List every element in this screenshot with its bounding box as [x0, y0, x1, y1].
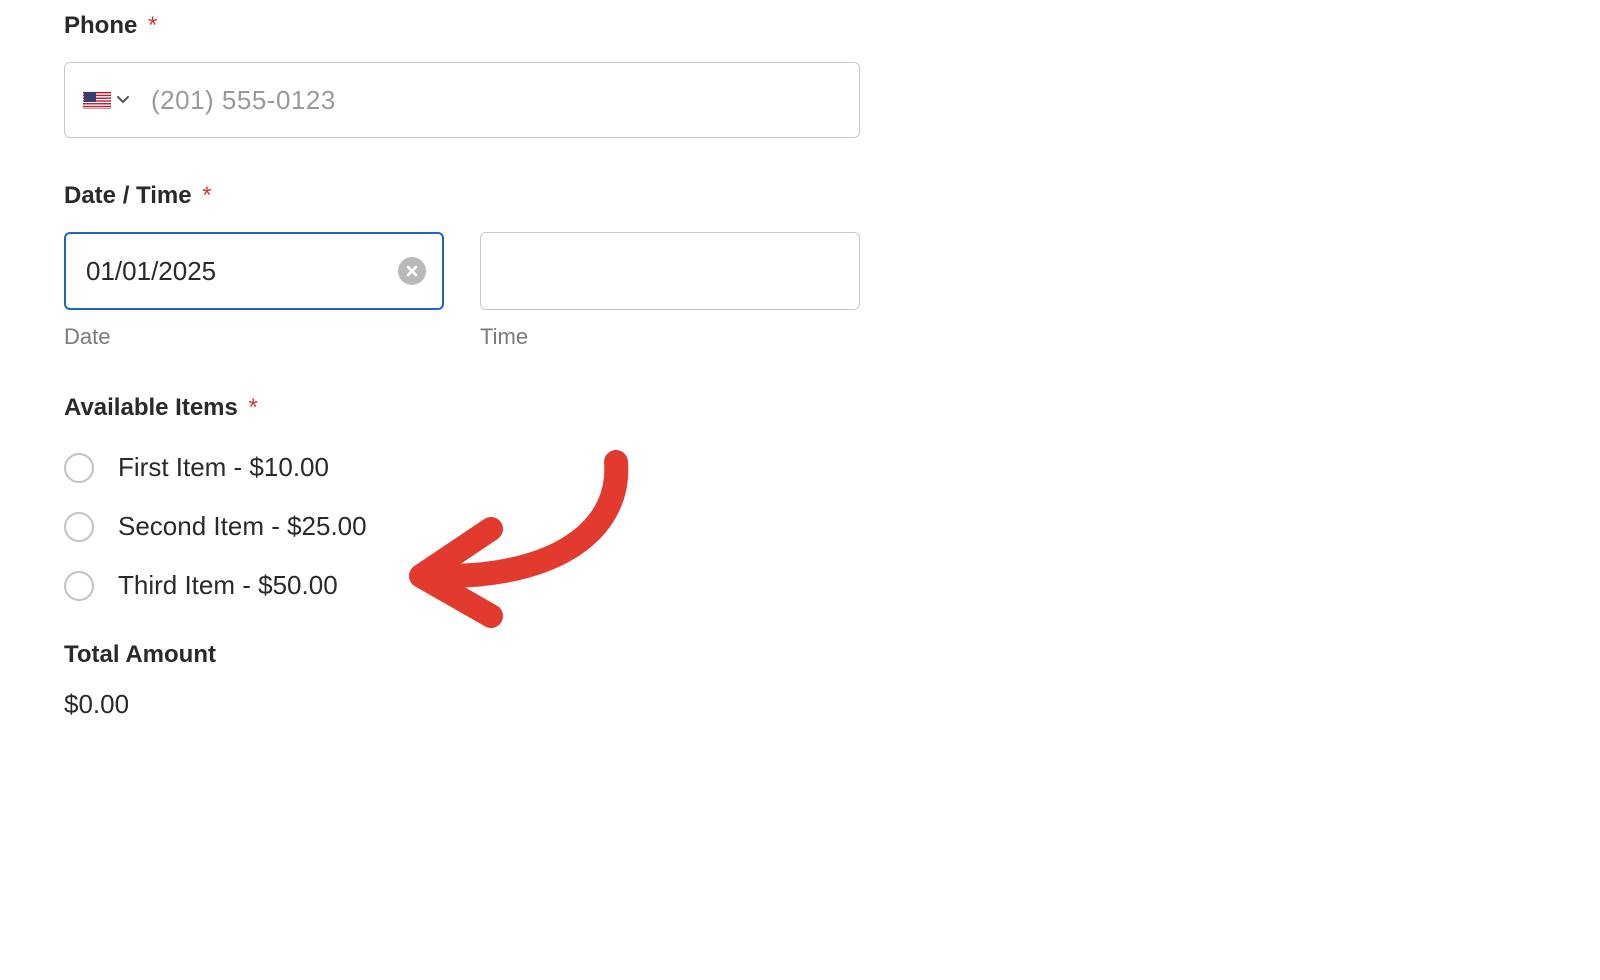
datetime-label-text: Date / Time — [64, 182, 192, 209]
total-amount-field: Total Amount $0.00 — [64, 641, 1536, 720]
time-input[interactable] — [480, 232, 860, 310]
radio-icon — [64, 571, 94, 601]
item-option[interactable]: First Item - $10.00 — [64, 438, 1536, 497]
time-sublabel: Time — [480, 324, 860, 350]
date-clear-button[interactable] — [398, 257, 426, 285]
date-input[interactable]: 01/01/2025 — [64, 232, 444, 310]
available-items-label-text: Available Items — [64, 394, 238, 421]
radio-icon — [64, 512, 94, 542]
close-icon — [405, 264, 419, 278]
phone-field: Phone * (201) 555-0123 — [64, 12, 1536, 138]
available-items-options: First Item - $10.00 Second Item - $25.00… — [64, 438, 1536, 615]
item-option-label: First Item - $10.00 — [118, 452, 329, 483]
chevron-down-icon — [117, 96, 129, 104]
available-items-field: Available Items * First Item - $10.00 Se… — [64, 394, 1536, 615]
date-sublabel: Date — [64, 324, 444, 350]
required-asterisk: * — [202, 182, 211, 209]
required-asterisk: * — [148, 12, 157, 39]
phone-label: Phone * — [64, 12, 1536, 40]
flag-us-icon — [83, 91, 111, 109]
radio-icon — [64, 453, 94, 483]
item-option[interactable]: Second Item - $25.00 — [64, 497, 1536, 556]
phone-input[interactable]: (201) 555-0123 — [64, 62, 860, 138]
available-items-label: Available Items * — [64, 394, 1536, 422]
item-option[interactable]: Third Item - $50.00 — [64, 556, 1536, 615]
datetime-label: Date / Time * — [64, 182, 1536, 210]
required-asterisk: * — [249, 394, 258, 421]
phone-country-selector[interactable] — [77, 85, 135, 115]
item-option-label: Third Item - $50.00 — [118, 570, 338, 601]
date-input-value: 01/01/2025 — [86, 256, 216, 287]
phone-placeholder: (201) 555-0123 — [151, 85, 336, 116]
total-amount-label: Total Amount — [64, 641, 1536, 669]
datetime-field: Date / Time * 01/01/2025 Date Time — [64, 182, 1536, 350]
phone-label-text: Phone — [64, 12, 137, 39]
total-amount-value: $0.00 — [64, 689, 1536, 720]
item-option-label: Second Item - $25.00 — [118, 511, 367, 542]
